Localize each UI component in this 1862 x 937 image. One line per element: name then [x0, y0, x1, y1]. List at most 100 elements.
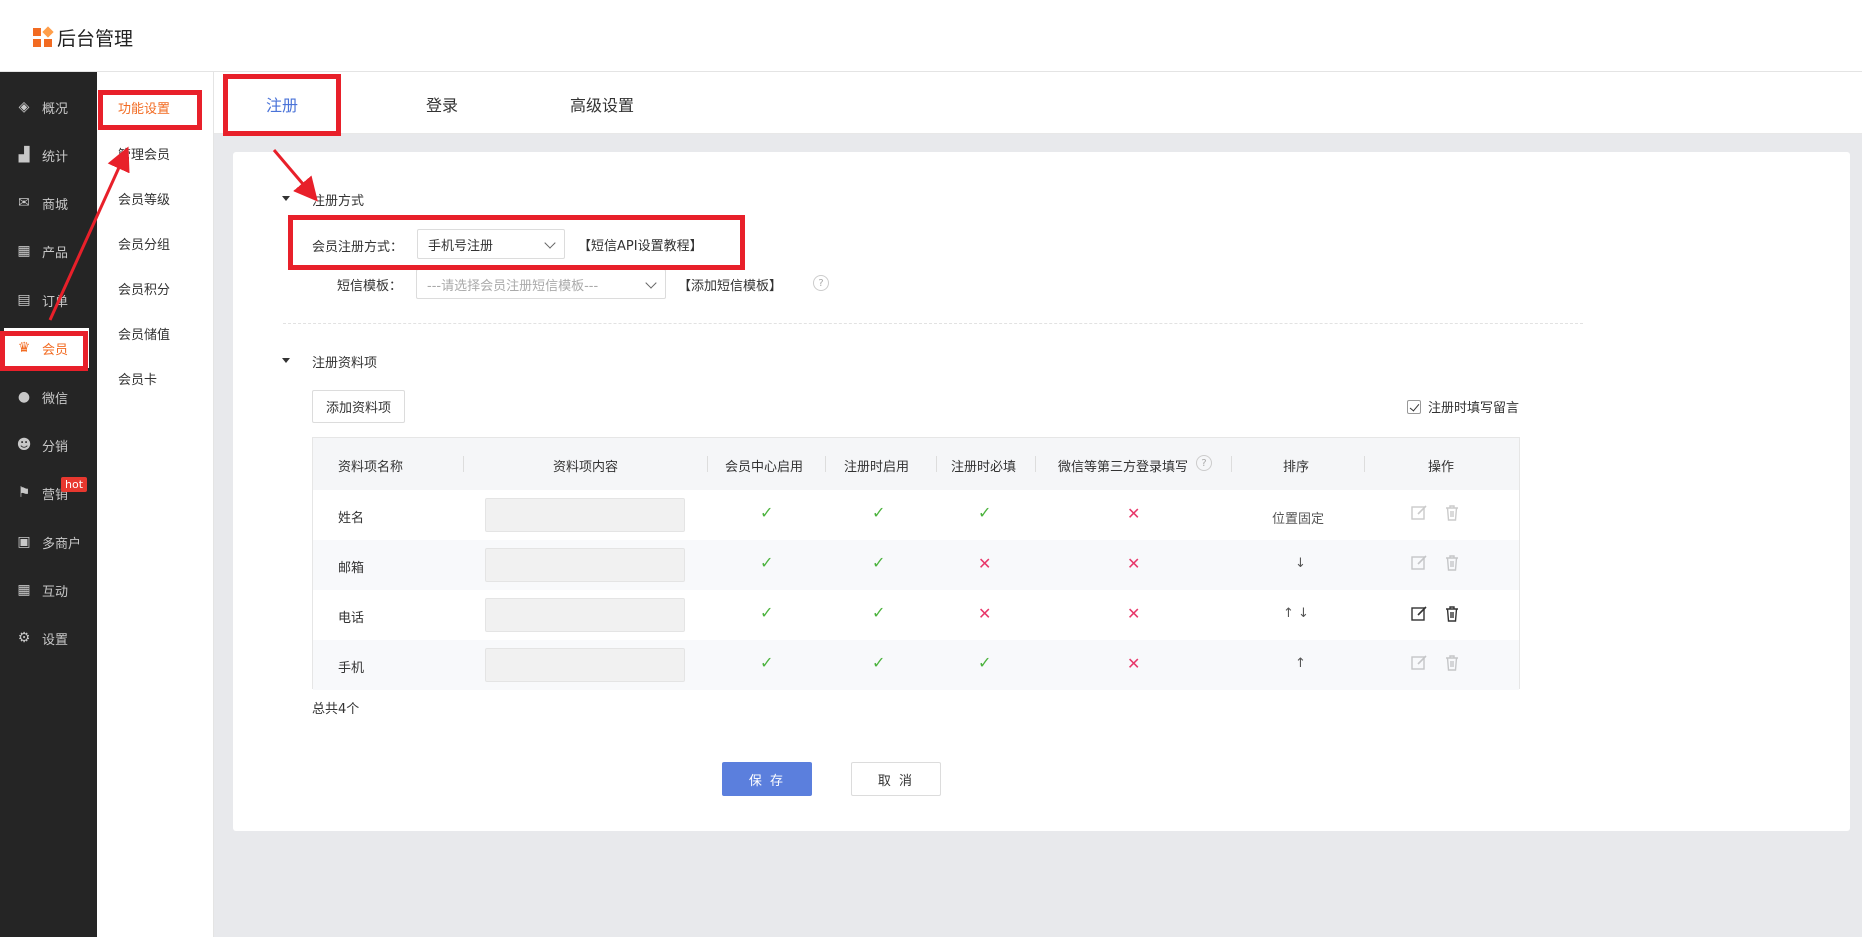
register-method-select[interactable]: 手机号注册	[417, 229, 565, 259]
column-header-sort: 排序	[1283, 460, 1310, 475]
collapse-triangle-icon[interactable]	[282, 358, 290, 363]
tab-register[interactable]: 注册	[266, 92, 298, 116]
apps-icon: ▦	[17, 582, 31, 598]
cancel-button[interactable]: 取 消	[851, 762, 941, 796]
column-header-third-party: 微信等第三方登录填写	[1058, 460, 1189, 475]
sidebar-item-wechat[interactable]: ● 微信	[0, 377, 97, 417]
column-separator	[1035, 456, 1036, 472]
check-icon[interactable]: ✓	[978, 653, 991, 672]
subnav-item-member-groups[interactable]: 会员分组	[118, 234, 170, 253]
clipboard-icon: ▤	[17, 292, 31, 308]
sidebar-item-stats[interactable]: ▟ 统计	[0, 135, 97, 175]
column-separator	[463, 456, 464, 472]
sidebar-item-orders[interactable]: ▤ 订单	[0, 280, 97, 320]
sidebar-item-distribution[interactable]: ☻ 分销	[0, 425, 97, 465]
sidebar-item-label: 商城	[42, 197, 69, 213]
check-icon[interactable]: ✓	[872, 653, 885, 672]
sidebar-item-label: 多商户	[42, 536, 82, 552]
column-separator	[707, 456, 708, 472]
register-fields-table: 资料项名称 资料项内容 会员中心启用 注册时启用 注册时必填 微信等第三方登录填…	[312, 437, 1520, 690]
leave-message-label: 注册时填写留言	[1428, 401, 1520, 416]
check-icon[interactable]: ✓	[760, 553, 773, 572]
cross-icon[interactable]: ✕	[978, 554, 991, 573]
sidebar-item-label: 分销	[42, 439, 69, 455]
field-content-input[interactable]	[485, 498, 685, 532]
main-sidebar: ◈ 概况 ▟ 统计 ✉ 商城 ▦ 产品 ▤ 订单 ♛ 会员 ● 微信 ☻ 分销 ⚑ 营销 hot …	[0, 72, 97, 937]
cross-icon[interactable]: ✕	[1127, 654, 1140, 673]
sidebar-item-label: 概况	[42, 101, 69, 117]
sidebar-item-label: 订单	[42, 294, 69, 310]
subnav-item-member-levels[interactable]: 会员等级	[118, 189, 170, 208]
sort-arrows[interactable]: ↑	[1295, 656, 1306, 671]
tab-advanced[interactable]: 高级设置	[570, 92, 634, 116]
subnav-item-member-card[interactable]: 会员卡	[118, 369, 157, 388]
field-content-input[interactable]	[485, 598, 685, 632]
field-name: 手机	[338, 661, 365, 676]
check-icon[interactable]: ✓	[760, 503, 773, 522]
sidebar-item-label: 互动	[42, 584, 69, 600]
subnav-item-member-points[interactable]: 会员积分	[118, 279, 170, 298]
column-separator	[825, 456, 826, 472]
subnav-item-member-balance[interactable]: 会员储值	[118, 324, 170, 343]
edit-icon[interactable]	[1410, 605, 1428, 623]
column-header-member-center: 会员中心启用	[725, 460, 804, 475]
chevron-down-icon	[544, 237, 556, 249]
leave-message-option[interactable]: 注册时填写留言	[1407, 397, 1519, 416]
sidebar-item-merchants[interactable]: ▣ 多商户	[0, 522, 97, 562]
sort-arrows[interactable]: ↑ ↓	[1283, 606, 1309, 621]
cross-icon[interactable]: ✕	[1127, 554, 1140, 573]
sidebar-item-overview[interactable]: ◈ 概况	[0, 87, 97, 127]
check-icon[interactable]: ✓	[872, 603, 885, 622]
sidebar-item-settings[interactable]: ⚙ 设置	[0, 618, 97, 658]
leave-message-checkbox[interactable]	[1407, 399, 1421, 414]
register-method-value: 手机号注册	[428, 238, 494, 254]
field-name: 邮箱	[338, 561, 365, 576]
column-separator	[1231, 456, 1232, 472]
table-row: 电话 ✓ ✓ ✕ ✕ ↑ ↓	[313, 590, 1519, 640]
field-content-input[interactable]	[485, 648, 685, 682]
check-icon[interactable]: ✓	[978, 503, 991, 522]
logo-icon	[33, 25, 54, 48]
subnav-item-feature-settings[interactable]: 功能设置	[118, 98, 170, 117]
collapse-triangle-icon[interactable]	[282, 196, 290, 201]
settings-tabs: 注册 登录 高级设置	[214, 72, 1862, 134]
subnav-item-manage-members[interactable]: 管理会员	[118, 144, 170, 163]
sms-api-tutorial-link[interactable]: 【短信API设置教程】	[578, 235, 703, 254]
column-separator	[1364, 456, 1365, 472]
column-header-field-name: 资料项名称	[338, 460, 404, 475]
column-header-on-register: 注册时启用	[844, 460, 910, 475]
field-name: 电话	[338, 611, 365, 626]
check-icon[interactable]: ✓	[760, 653, 773, 672]
sidebar-item-marketing[interactable]: ⚑ 营销 hot	[0, 473, 97, 513]
sidebar-item-mall[interactable]: ✉ 商城	[0, 183, 97, 223]
save-button[interactable]: 保 存	[722, 762, 812, 796]
column-separator	[936, 456, 937, 472]
check-icon[interactable]: ✓	[760, 603, 773, 622]
check-icon[interactable]: ✓	[872, 503, 885, 522]
cross-icon[interactable]: ✕	[1127, 504, 1140, 523]
app-title: 后台管理	[57, 28, 134, 50]
sidebar-item-members[interactable]: ♛ 会员	[4, 328, 89, 368]
sidebar-item-products[interactable]: ▦ 产品	[0, 231, 97, 271]
sidebar-item-interaction[interactable]: ▦ 互动	[0, 570, 97, 610]
tab-login[interactable]: 登录	[426, 92, 458, 116]
member-subnav: 功能设置 管理会员 会员等级 会员分组 会员积分 会员储值 会员卡	[97, 72, 214, 937]
edit-icon	[1410, 554, 1428, 572]
sort-value: 位置固定	[1272, 512, 1325, 527]
table-row: 手机 ✓ ✓ ✓ ✕ ↑	[313, 640, 1519, 690]
cross-icon[interactable]: ✕	[1127, 604, 1140, 623]
cross-icon[interactable]: ✕	[978, 604, 991, 623]
add-field-button[interactable]: 添加资料项	[312, 390, 405, 423]
field-name: 姓名	[338, 511, 365, 526]
sort-arrows[interactable]: ↓	[1295, 556, 1306, 571]
add-sms-template-link[interactable]: 【添加短信模板】	[678, 275, 782, 294]
column-header-actions: 操作	[1428, 460, 1455, 475]
sms-template-select[interactable]: ---请选择会员注册短信模板---	[416, 269, 666, 299]
field-content-input[interactable]	[485, 548, 685, 582]
help-icon[interactable]: ?	[1196, 455, 1212, 471]
check-icon[interactable]: ✓	[872, 553, 885, 572]
trash-icon	[1443, 504, 1461, 522]
trash-icon[interactable]	[1443, 605, 1461, 623]
table-header: 资料项名称 资料项内容 会员中心启用 注册时启用 注册时必填 微信等第三方登录填…	[313, 438, 1519, 490]
help-icon[interactable]: ?	[813, 275, 829, 291]
